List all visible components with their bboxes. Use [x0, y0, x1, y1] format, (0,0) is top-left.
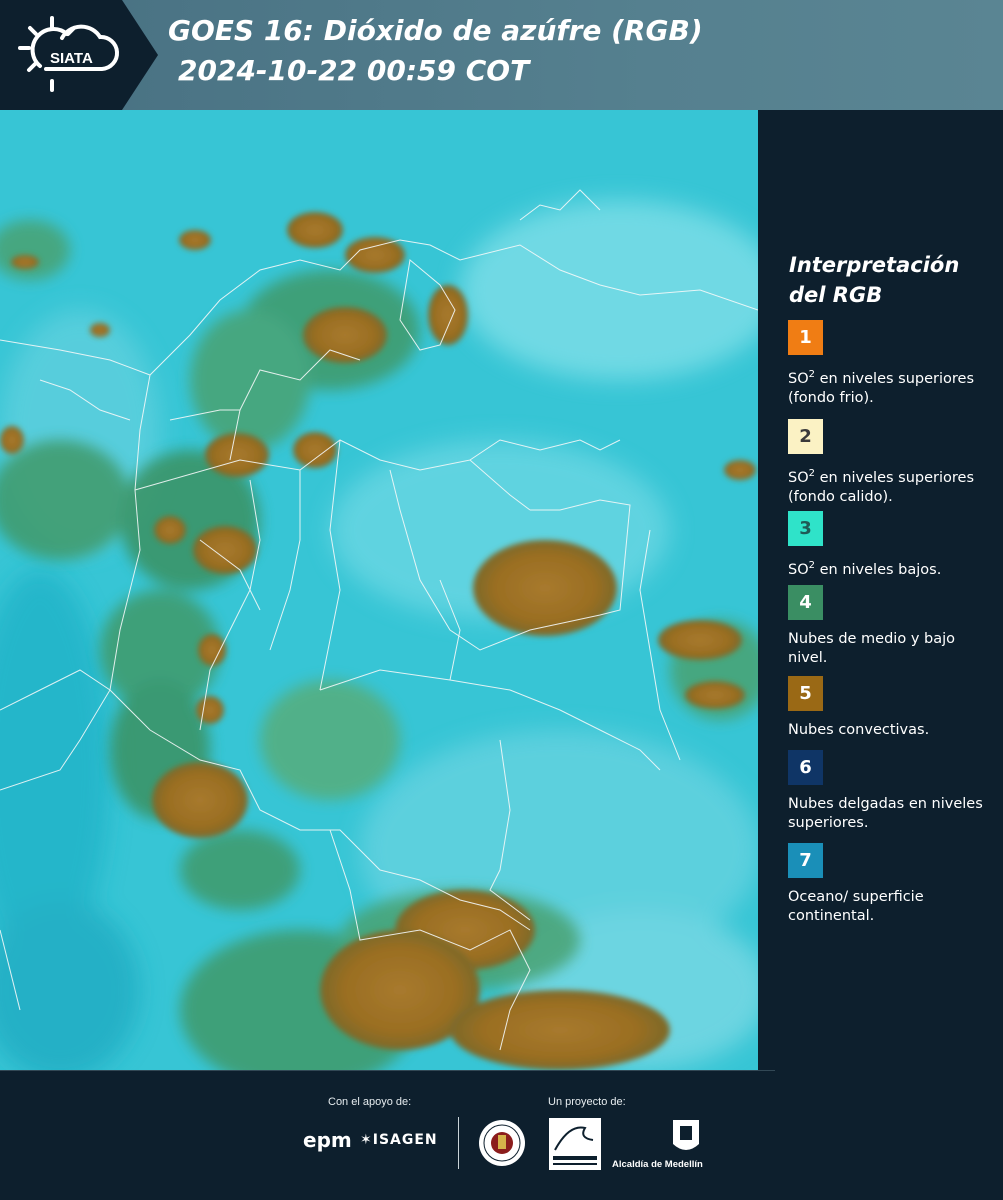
isagen-mark-icon: ✶ — [360, 1132, 373, 1148]
legend-item-4: 4 Nubes de medio y bajo nivel. — [788, 585, 993, 668]
siata-sun-cloud-icon: SIATA — [18, 16, 119, 92]
isagen-logo[interactable]: ✶ISAGEN — [360, 1132, 438, 1148]
timestamp: 2024-10-22 00:59 COT — [178, 54, 530, 87]
legend-label-1: SO2 en niveles superiores (fondo frio). — [788, 369, 975, 406]
alcaldia-shield-icon[interactable] — [642, 1118, 730, 1156]
footer: Con el apoyo de: Un proyecto de: epm ✶IS… — [0, 1070, 1003, 1200]
legend-item-2: 2 SO2 en niveles superiores (fondo calid… — [788, 419, 993, 507]
legend-item-5: 5 Nubes convectivas. — [788, 676, 993, 740]
header: SIATA GOES 16: Dióxido de azúfre (RGB) 2… — [0, 0, 1003, 110]
legend-title: Interpretación del RGB — [789, 253, 960, 307]
legend-swatch-1: 1 — [788, 320, 823, 355]
legend-swatch-4: 4 — [788, 585, 823, 620]
legend-item-3: 3 SO2 en niveles bajos. — [788, 511, 993, 580]
siata-logo-text: SIATA — [50, 50, 93, 67]
footer-divider-line — [0, 1070, 775, 1071]
medellin-seal-icon[interactable] — [477, 1118, 527, 1168]
project-label: Un proyecto de: — [548, 1096, 626, 1108]
epm-logo[interactable]: epm — [303, 1128, 352, 1152]
legend-panel: Interpretación del RGB 1 SO2 en niveles … — [758, 110, 1003, 1070]
legend-swatch-3: 3 — [788, 511, 823, 546]
legend-label-6: Nubes delgadas en niveles superiores. — [788, 796, 983, 831]
legend-label-5: Nubes convectivas. — [788, 722, 930, 738]
footer-vertical-divider — [458, 1117, 459, 1169]
alcaldia-label: Alcaldía de Medellín — [612, 1159, 703, 1170]
page-title: GOES 16: Dióxido de azúfre (RGB) — [168, 14, 703, 47]
legend-label-2: SO2 en niveles superiores (fondo calido)… — [788, 468, 975, 505]
legend-label-4: Nubes de medio y bajo nivel. — [788, 631, 955, 666]
so2-rgb-imagery — [0, 110, 758, 1070]
legend-item-7: 7 Oceano/ superficie continental. — [788, 843, 993, 926]
legend-swatch-5: 5 — [788, 676, 823, 711]
legend-swatch-2: 2 — [788, 419, 823, 454]
support-label: Con el apoyo de: — [328, 1096, 412, 1108]
legend-label-3: SO2 en niveles bajos. — [788, 560, 942, 578]
satellite-map[interactable] — [0, 110, 758, 1070]
legend-swatch-6: 6 — [788, 750, 823, 785]
legend-swatch-7: 7 — [788, 843, 823, 878]
legend-item-1: 1 SO2 en niveles superiores (fondo frio)… — [788, 320, 993, 408]
area-metropolitana-logo[interactable] — [549, 1118, 601, 1170]
legend-label-7: Oceano/ superficie continental. — [788, 889, 924, 924]
legend-item-6: 6 Nubes delgadas en niveles superiores. — [788, 750, 993, 833]
